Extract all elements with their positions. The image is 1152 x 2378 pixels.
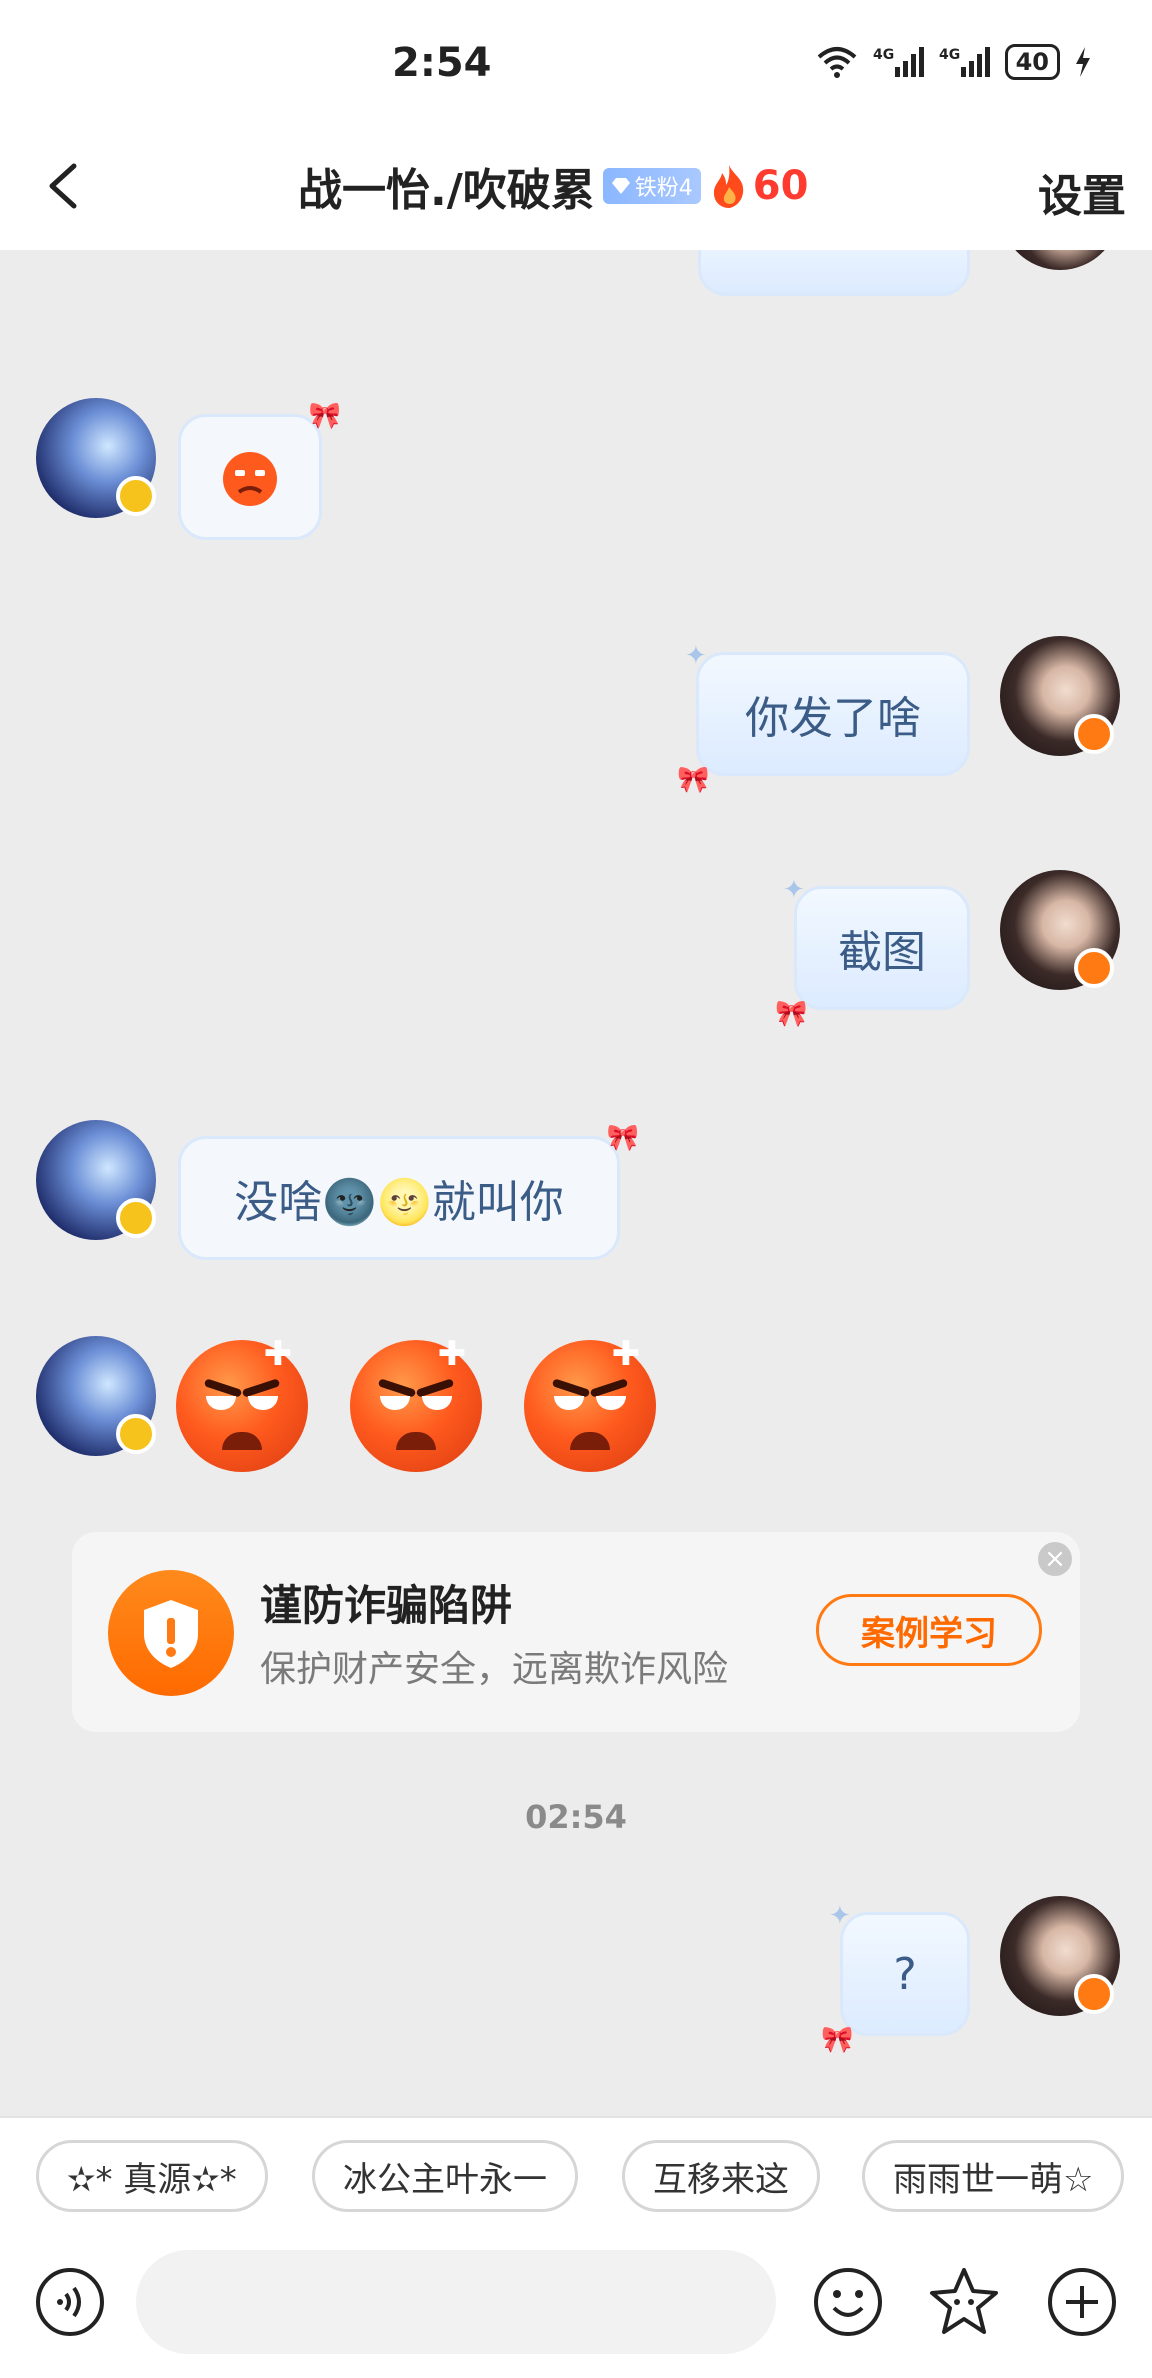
bottom-bar: ✫* 真源✫* 冰公主叶永一 互移来这 雨雨世一萌☆: [0, 2116, 1152, 2378]
fraud-subtitle: 保护财产安全，远离欺诈风险: [260, 1649, 729, 1690]
angry-emoji-icon[interactable]: ✚: [176, 1334, 308, 1472]
sparkle-icon: ✦: [783, 875, 805, 905]
avatar[interactable]: [1000, 250, 1120, 270]
status-bar: 2:54 4G 4G 40: [0, 0, 1152, 130]
sparkle-icon: ✦: [829, 1901, 851, 1931]
charging-icon: [1076, 47, 1090, 77]
sticker-icon[interactable]: [926, 2264, 1002, 2340]
verified-badge: [1074, 714, 1114, 754]
angry-emoji-icon[interactable]: ✚: [524, 1334, 656, 1472]
angry-emoji-icon[interactable]: ✚: [350, 1334, 482, 1472]
quick-chip[interactable]: 雨雨世一萌☆: [862, 2140, 1125, 2212]
bow-icon: 🎀: [606, 1123, 639, 1153]
emoji-icon[interactable]: [810, 2264, 886, 2340]
message-bubble[interactable]: ✦ 🎀 你发了啥: [677, 641, 970, 795]
fan-level-badge: 铁粉4: [602, 168, 701, 204]
chat-title-group[interactable]: 战一怡./吹破累 铁粉4 60: [298, 156, 808, 216]
svg-text:4G: 4G: [873, 47, 894, 63]
verified-badge: [116, 1198, 156, 1238]
verified-badge: [116, 1414, 156, 1454]
bow-icon: 🎀: [775, 999, 808, 1029]
sparkle-icon: ✦: [685, 641, 707, 671]
wifi-icon: [817, 47, 856, 78]
close-icon[interactable]: ×: [1038, 1542, 1072, 1576]
add-icon[interactable]: [1044, 2264, 1120, 2340]
back-arrow-icon[interactable]: [36, 156, 96, 216]
quick-chip[interactable]: ✫* 真源✫*: [36, 2140, 268, 2212]
fraud-warning-card: × 谨防诈骗陷阱 保护财产安全，远离欺诈风险 案例学习: [72, 1532, 1080, 1732]
message-input[interactable]: [136, 2250, 776, 2354]
message-text: 截图: [838, 927, 926, 978]
message-bubble-partial: [698, 250, 970, 296]
status-time: 2:54: [392, 40, 492, 86]
chat-header: 战一怡./吹破累 铁粉4 60 设置: [0, 130, 1152, 250]
verified-badge: [116, 476, 156, 516]
diamond-icon: [611, 178, 630, 194]
chat-messages[interactable]: 🎀 ✦ 🎀 你发了啥 ✦ 🎀 截图 🎀 没啥🌚🌝就叫你 ✚ ✚ ✚ × 谨防诈骗…: [0, 250, 1152, 2116]
message-bubble[interactable]: 🎀 没啥🌚🌝就叫你: [178, 1123, 639, 1260]
voice-icon[interactable]: [32, 2264, 108, 2340]
fire-streak: 60: [709, 163, 809, 209]
verified-badge: [1074, 948, 1114, 988]
signal-icon: 4G: [873, 47, 924, 77]
case-study-button[interactable]: 案例学习: [816, 1594, 1042, 1666]
bow-icon: 🎀: [677, 765, 710, 795]
bow-icon: 🎀: [308, 401, 341, 431]
message-bubble[interactable]: ✦ 🎀 ?: [821, 1901, 970, 2055]
verified-badge: [1074, 1974, 1114, 2014]
message-text: 你发了啥: [745, 693, 921, 744]
svg-text:4G: 4G: [939, 47, 960, 63]
message-text: 没啥🌚🌝就叫你: [234, 1177, 564, 1228]
message-timestamp: 02:54: [525, 1798, 627, 1836]
message-bubble[interactable]: ✦ 🎀 截图: [775, 875, 970, 1029]
bow-icon: 🎀: [821, 2025, 854, 2055]
message-text: ?: [893, 1948, 917, 2000]
battery-indicator: 40: [1004, 44, 1060, 80]
quick-chip[interactable]: 冰公主叶永一: [312, 2140, 578, 2212]
quick-chip[interactable]: 互移来这: [622, 2140, 820, 2212]
fire-count: 60: [752, 163, 809, 209]
fraud-title: 谨防诈骗陷阱: [260, 1581, 513, 1630]
sticker-bubble[interactable]: 🎀: [178, 401, 341, 540]
angry-emoji-icon: [223, 452, 277, 506]
status-icons: 4G 4G 40: [815, 44, 1092, 80]
shield-icon: [108, 1570, 234, 1696]
chat-title: 战一怡./吹破累: [298, 165, 595, 216]
fire-icon: [713, 165, 744, 208]
settings-button[interactable]: 设置: [1038, 160, 1126, 224]
fan-level-label: 铁粉4: [634, 176, 693, 201]
signal-icon: 4G: [939, 47, 990, 77]
